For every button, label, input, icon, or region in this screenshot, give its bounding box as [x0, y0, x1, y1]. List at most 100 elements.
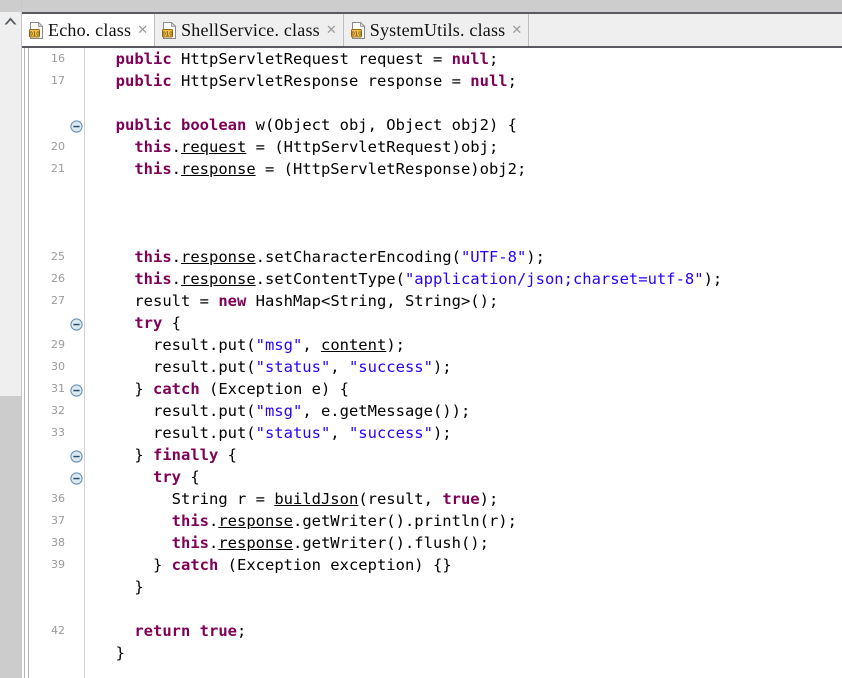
editor-tab-0[interactable]: 010 Echo. class ✕	[22, 14, 156, 46]
code-token: }	[97, 578, 144, 596]
code-line[interactable]: public HttpServletRequest request = null…	[85, 48, 842, 70]
code-line[interactable]: try {	[85, 466, 842, 488]
code-line[interactable]: } catch (Exception e) {	[85, 378, 842, 400]
code-token: );	[703, 270, 723, 288]
code-line[interactable]: public HttpServletResponse response = nu…	[85, 70, 842, 92]
code-line[interactable]: result = new HashMap<String, String>();	[85, 290, 842, 312]
code-line[interactable]: this.response = (HttpServletResponse)obj…	[85, 158, 842, 180]
code-token: .	[171, 138, 181, 156]
code-line[interactable]: result.put("msg", content);	[85, 334, 842, 356]
code-token: .	[208, 534, 219, 552]
class-file-icon: 010	[29, 21, 44, 39]
code-token: .getWriter().flush();	[292, 534, 489, 552]
code-line[interactable]: String r = buildJson(result, true);	[85, 488, 842, 510]
code-line[interactable]: this.request = (HttpServletRequest)obj;	[85, 136, 842, 158]
code-token: , e.getMessage());	[302, 402, 471, 420]
line-number-gutter[interactable]: 16 17 20 21 25 26 27 29 30 31 32 33 36 37 38 39 42	[32, 48, 85, 678]
code-token: (Exception exception) {}	[218, 556, 452, 574]
code-token: (result,	[358, 490, 443, 508]
code-token: );	[479, 490, 499, 508]
code-token: response	[218, 512, 293, 530]
code-line[interactable]	[85, 180, 842, 202]
gutter-row: 20	[32, 136, 84, 158]
code-line[interactable]: result.put("status", "success");	[85, 422, 842, 444]
code-token: public boolean	[115, 116, 247, 134]
svg-text:010: 010	[351, 31, 362, 37]
line-number: 42	[51, 624, 65, 637]
code-token: "status"	[255, 424, 331, 442]
fold-collapse-icon[interactable]	[70, 471, 83, 485]
gutter-row: 42	[32, 620, 84, 642]
code-token: this	[134, 248, 172, 266]
tab-bar-empty-area	[528, 14, 842, 46]
scrollbar-thumb[interactable]	[0, 396, 21, 678]
code-token: = (HttpServletResponse)obj2;	[255, 160, 527, 178]
code-token: );	[432, 358, 452, 376]
vertical-scrollbar[interactable]	[0, 0, 22, 678]
code-content[interactable]: public HttpServletRequest request = null…	[85, 48, 842, 678]
close-icon[interactable]: ✕	[511, 24, 522, 37]
editor-tab-1[interactable]: 010 ShellService. class ✕	[155, 14, 344, 46]
code-line[interactable]: } finally {	[85, 444, 842, 466]
code-line[interactable]: public boolean w(Object obj, Object obj2…	[85, 114, 842, 136]
fold-collapse-icon[interactable]	[70, 317, 83, 331]
code-token: {	[218, 446, 237, 464]
code-token: .	[171, 270, 181, 288]
code-token: try	[134, 314, 163, 332]
gutter-row	[32, 598, 84, 620]
code-line[interactable]: try {	[85, 312, 842, 334]
code-line[interactable]: this.response.getWriter().println(r);	[85, 510, 842, 532]
code-token: null	[470, 72, 508, 90]
fold-collapse-icon[interactable]	[70, 119, 83, 133]
code-token: ,	[330, 358, 349, 376]
code-line[interactable]: }	[85, 642, 842, 664]
line-number: 37	[51, 514, 65, 527]
close-icon[interactable]: ✕	[137, 24, 148, 37]
code-token: "msg"	[255, 336, 303, 354]
code-line[interactable]: result.put("msg", e.getMessage());	[85, 400, 842, 422]
gutter-row	[32, 92, 84, 114]
fold-collapse-icon[interactable]	[70, 449, 83, 463]
fold-collapse-icon[interactable]	[70, 383, 83, 397]
code-token: w(Object obj, Object obj2) {	[246, 116, 517, 134]
line-number: 31	[51, 382, 65, 395]
gutter-row	[32, 224, 84, 246]
code-token: HttpServletRequest request =	[171, 50, 452, 68]
code-editor[interactable]: 16 17 20 21 25 26 27 29 30 31 32 33 36 37 38 39 42 publi…	[22, 48, 842, 678]
svg-text:010: 010	[29, 31, 40, 37]
code-line[interactable]	[85, 92, 842, 114]
code-line[interactable]: this.response.getWriter().flush();	[85, 532, 842, 554]
close-icon[interactable]: ✕	[326, 24, 337, 37]
tab-label: Echo. class	[48, 19, 132, 40]
editor-tab-2[interactable]: 010 SystemUtils. class ✕	[343, 14, 530, 46]
code-line[interactable]	[85, 224, 842, 246]
line-number: 33	[51, 426, 65, 439]
code-line[interactable]	[85, 202, 842, 224]
scroll-up-button[interactable]	[0, 13, 21, 33]
code-line[interactable]: } catch (Exception exception) {}	[85, 554, 842, 576]
code-line[interactable]: this.response.setContentType("applicatio…	[85, 268, 842, 290]
code-token: return true	[134, 622, 237, 640]
code-token: .getWriter().println(r);	[292, 512, 517, 530]
code-token: .setCharacterEncoding(	[255, 248, 461, 266]
code-token: response	[218, 534, 293, 552]
rail-line-2	[28, 48, 29, 678]
line-number: 32	[51, 404, 65, 417]
code-line[interactable]: return true;	[85, 620, 842, 642]
code-token: }	[97, 446, 153, 464]
code-token: ;	[488, 50, 499, 68]
code-line[interactable]: this.response.setCharacterEncoding("UTF-…	[85, 246, 842, 268]
tab-label: ShellService. class	[181, 19, 320, 40]
code-line[interactable]: result.put("status", "success");	[85, 356, 842, 378]
code-token: response	[181, 270, 256, 288]
code-token: response	[181, 160, 256, 178]
code-token: result.put(	[97, 336, 256, 354]
code-line[interactable]	[85, 598, 842, 620]
code-line[interactable]: }	[85, 576, 842, 598]
